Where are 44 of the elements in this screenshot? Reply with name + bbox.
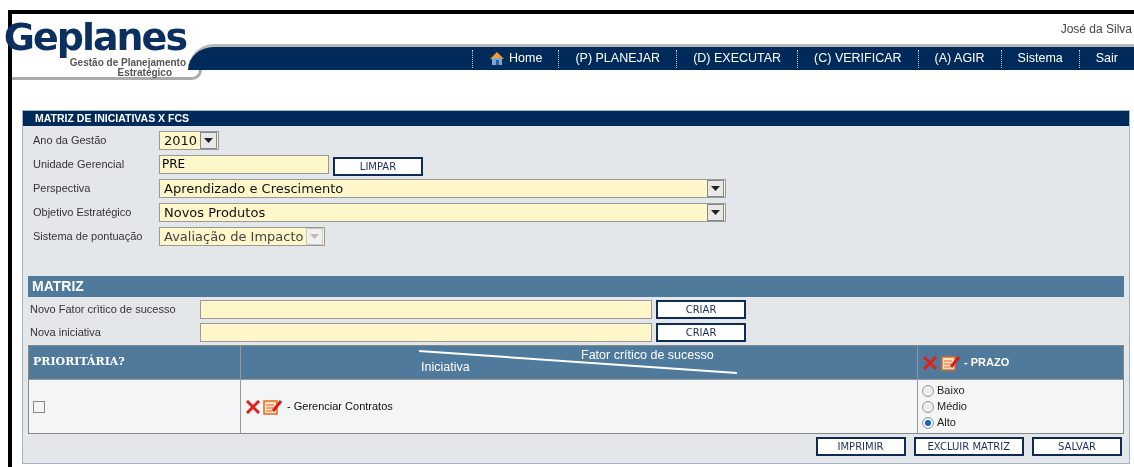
nav-link[interactable]: Home [472, 49, 559, 68]
nav-link[interactable]: Sair [1078, 49, 1134, 68]
priority-checkbox[interactable] [33, 400, 45, 413]
form-button[interactable]: LIMPAR [333, 156, 423, 176]
field-label: Unidade Gerencial [33, 157, 126, 173]
logo-tagline: Gestão de Planejamento [69, 58, 186, 68]
select-field[interactable]: 2010 [159, 131, 220, 150]
column-header: Iniciativa [421, 359, 470, 377]
column-header: - PRAZO [964, 355, 1010, 371]
field-label: Ano da Gestão [33, 133, 108, 149]
nav-link[interactable]: Sistema [1000, 49, 1079, 68]
column-header: Fator crítico de sucesso [581, 347, 714, 364]
initiative-text: - Gerenciar Contratos [287, 399, 393, 415]
column-header: PRIORITÁRIA? [29, 346, 241, 379]
form-button[interactable]: SALVAR [1032, 437, 1122, 456]
text-field[interactable] [200, 323, 652, 342]
nav-link[interactable]: (A) AGIR [917, 49, 1001, 68]
logo-tagline: Estratégico [117, 68, 172, 78]
radio-option[interactable]: Alto [922, 414, 956, 431]
edit-icon[interactable] [941, 354, 961, 371]
section-title: MATRIZ [28, 276, 1124, 297]
field-label: Novo Fator crìtico de sucesso [29, 302, 177, 318]
field-label: Perspectiva [33, 181, 92, 197]
select-field[interactable]: Novos Produtos [159, 203, 726, 222]
nav-link[interactable]: (D) EXECUTAR [676, 49, 798, 68]
delete-icon[interactable] [245, 399, 261, 414]
form-button[interactable]: CRIAR [656, 300, 746, 319]
panel-title: MATRIZ DE INICIATIVAS X FCS [23, 111, 1129, 126]
radio-option[interactable]: Baixo [922, 382, 965, 399]
form-button[interactable]: IMPRIMIR [815, 437, 906, 456]
form-button[interactable]: EXCLUIR MATRIZ [913, 437, 1024, 456]
nav-link[interactable]: (C) VERIFICAR [797, 49, 918, 68]
user-name: José da Silva [1060, 21, 1132, 38]
field-label: Nova iniciativa [29, 325, 102, 341]
text-field[interactable] [200, 300, 652, 319]
form-button[interactable]: CRIAR [656, 323, 746, 342]
text-field[interactable]: PRE [159, 155, 329, 174]
field-label: Sistema de pontuação [33, 229, 144, 245]
radio-option[interactable]: Médio [922, 398, 967, 415]
select-field[interactable]: Aprendizado e Crescimento [159, 179, 726, 198]
field-label: Objetivo Estratégico [33, 205, 133, 221]
nav-link[interactable]: (P) PLANEJAR [558, 49, 677, 68]
house-icon [489, 51, 506, 66]
edit-icon[interactable] [263, 398, 283, 415]
